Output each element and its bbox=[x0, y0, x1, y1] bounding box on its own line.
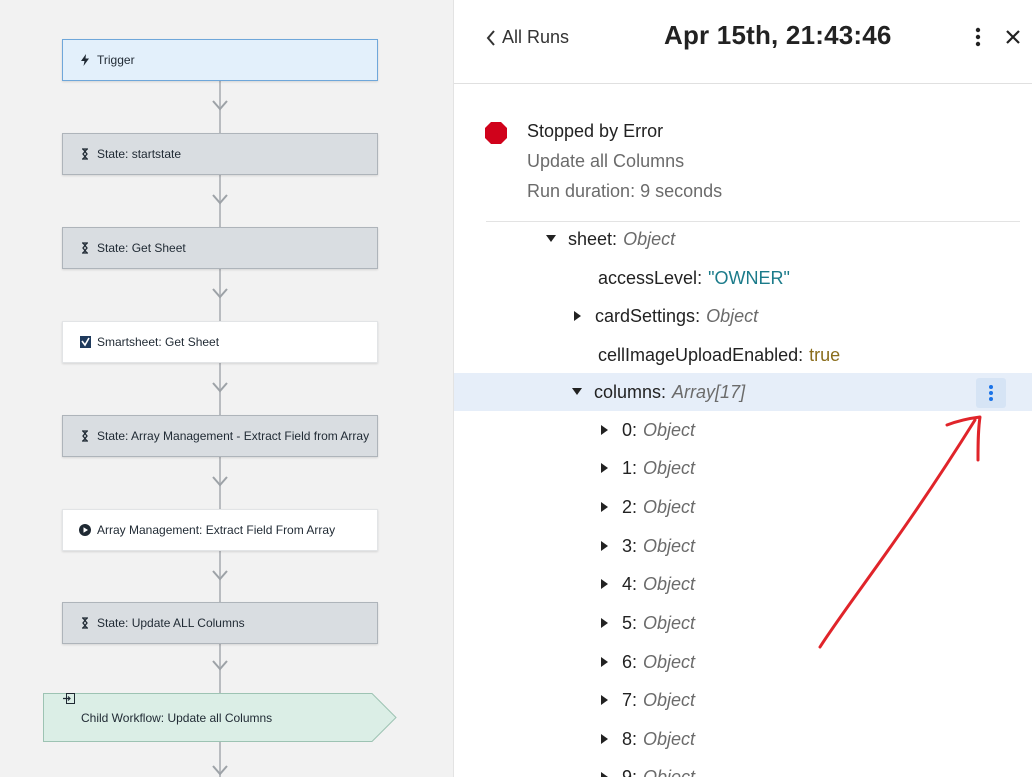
tree-row-item[interactable]: 8: Object bbox=[454, 720, 1032, 758]
run-detail-panel: All Runs Apr 15th, 21:43:46 Stopped by E… bbox=[453, 0, 1032, 777]
output-tree: sheet: Object accessLevel: "OWNER" cardSet… bbox=[454, 222, 1032, 777]
status-workflow-name: Update all Columns bbox=[527, 151, 685, 171]
tree-row-access-level[interactable]: accessLevel: "OWNER" bbox=[454, 259, 1032, 297]
status-label: Stopped by Error bbox=[527, 121, 664, 141]
chevron-down-icon bbox=[212, 476, 228, 488]
node-trigger[interactable]: Trigger bbox=[62, 39, 378, 81]
lightning-icon bbox=[79, 54, 91, 66]
node-label: State: startstate bbox=[97, 147, 182, 161]
stop-octagon-icon bbox=[485, 122, 507, 144]
caret-right-icon[interactable] bbox=[600, 463, 610, 473]
caret-right-icon[interactable] bbox=[573, 311, 583, 321]
node-state-update-all-columns[interactable]: State: Update ALL Columns bbox=[62, 602, 378, 644]
node-label: Array Management: Extract Field From Arr… bbox=[97, 523, 336, 537]
tree-row-card-settings[interactable]: cardSettings: Object bbox=[454, 297, 1032, 335]
chevron-down-icon bbox=[212, 570, 228, 582]
tree-row-item[interactable]: 3: Object bbox=[454, 527, 1032, 565]
node-state-startstate[interactable]: State: startstate bbox=[62, 133, 378, 175]
status-duration: Run duration: 9 seconds bbox=[527, 181, 723, 201]
tree-row-sheet[interactable]: sheet: Object bbox=[454, 222, 1032, 258]
node-array-management-extract[interactable]: Array Management: Extract Field From Arr… bbox=[62, 509, 378, 551]
tree-row-columns[interactable]: columns: Array[17] bbox=[454, 373, 1032, 411]
caret-right-icon[interactable] bbox=[600, 734, 610, 744]
node-state-array-management[interactable]: State: Array Management - Extract Field … bbox=[62, 415, 378, 457]
tree-row-item[interactable]: 7: Object bbox=[454, 681, 1032, 719]
workflow-canvas: Trigger State: startstate State: Get She… bbox=[0, 0, 453, 777]
caret-right-icon[interactable] bbox=[600, 657, 610, 667]
smartsheet-icon bbox=[79, 336, 91, 348]
row-actions-button[interactable] bbox=[976, 378, 1006, 408]
chevron-left-icon bbox=[486, 29, 495, 46]
all-runs-label: All Runs bbox=[502, 27, 570, 47]
caret-right-icon[interactable] bbox=[600, 502, 610, 512]
tree-row-cell-image-upload[interactable]: cellImageUploadEnabled: true bbox=[454, 336, 1032, 374]
hourglass-icon bbox=[79, 148, 91, 160]
tree-row-item[interactable]: 0: Object bbox=[454, 411, 1032, 449]
caret-right-icon[interactable] bbox=[600, 579, 610, 589]
caret-right-icon[interactable] bbox=[600, 772, 610, 777]
tree-row-item[interactable]: 6: Object bbox=[454, 643, 1032, 681]
hourglass-icon bbox=[79, 617, 91, 629]
close-button[interactable] bbox=[1002, 25, 1024, 49]
all-runs-link[interactable]: All Runs bbox=[486, 27, 569, 48]
vertical-dots-icon bbox=[989, 385, 993, 401]
tree-row-item[interactable]: 2: Object bbox=[454, 488, 1032, 526]
caret-down-icon[interactable] bbox=[546, 234, 556, 244]
tree-row-item[interactable]: 5: Object bbox=[454, 604, 1032, 642]
tree-row-item[interactable]: 9: Object bbox=[454, 758, 1032, 777]
chevron-down-icon bbox=[212, 660, 228, 672]
close-icon bbox=[1006, 30, 1020, 44]
child-workflow-icon bbox=[63, 693, 75, 724]
caret-right-icon[interactable] bbox=[600, 695, 610, 705]
chevron-down-icon bbox=[212, 194, 228, 206]
node-smartsheet-get-sheet[interactable]: Smartsheet: Get Sheet bbox=[62, 321, 378, 363]
node-label: Child Workflow: Update all Columns bbox=[81, 710, 273, 725]
tree-row-item[interactable]: 4: Object bbox=[454, 565, 1032, 603]
chevron-down-icon bbox=[212, 288, 228, 300]
more-options-button[interactable] bbox=[968, 25, 988, 49]
run-title: Apr 15th, 21:43:46 bbox=[664, 20, 892, 50]
caret-right-icon[interactable] bbox=[600, 618, 610, 628]
node-label: Trigger bbox=[97, 53, 135, 67]
panel-header: All Runs Apr 15th, 21:43:46 bbox=[454, 0, 1032, 84]
node-child-workflow[interactable]: Child Workflow: Update all Columns bbox=[43, 693, 397, 742]
node-state-get-sheet[interactable]: State: Get Sheet bbox=[62, 227, 378, 269]
node-label: Smartsheet: Get Sheet bbox=[97, 335, 220, 349]
chevron-down-icon bbox=[212, 382, 228, 394]
vertical-dots-icon bbox=[975, 27, 981, 47]
chevron-down-icon bbox=[212, 765, 228, 777]
tree-row-item[interactable]: 1: Object bbox=[454, 449, 1032, 487]
caret-right-icon[interactable] bbox=[600, 425, 610, 435]
play-circle-icon bbox=[79, 524, 91, 536]
chevron-down-icon bbox=[212, 100, 228, 112]
node-label: State: Update ALL Columns bbox=[97, 616, 245, 630]
hourglass-icon bbox=[79, 242, 91, 254]
node-label: State: Array Management - Extract Field … bbox=[97, 429, 370, 443]
caret-right-icon[interactable] bbox=[600, 541, 610, 551]
caret-down-icon[interactable] bbox=[572, 387, 582, 397]
node-label: State: Get Sheet bbox=[97, 241, 186, 255]
hourglass-icon bbox=[79, 430, 91, 442]
